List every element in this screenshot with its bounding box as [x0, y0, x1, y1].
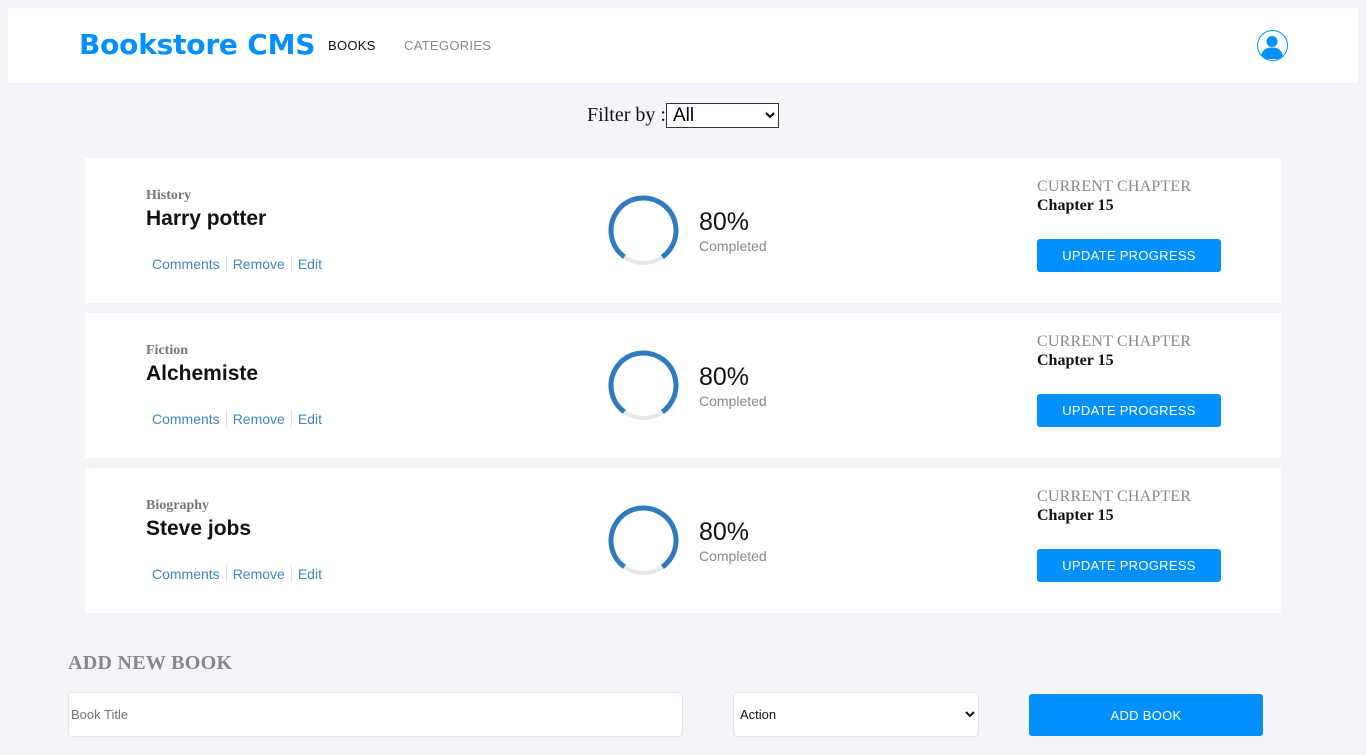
- progress-percent: 80%: [699, 208, 750, 236]
- remove-button[interactable]: Remove: [227, 566, 291, 582]
- update-progress-button[interactable]: UPDATE PROGRESS: [1037, 394, 1221, 427]
- book-actions: Comments Remove Edit: [146, 255, 328, 272]
- progress-ring-fill: [608, 195, 679, 266]
- progress-completed-label: Completed: [699, 393, 767, 409]
- filter-bar: Filter by : All: [0, 103, 1366, 128]
- add-book-button[interactable]: ADD BOOK: [1029, 694, 1263, 736]
- navbar: Bookstore CMS BOOKS CATEGORIES: [8, 8, 1358, 83]
- edit-button[interactable]: Edit: [292, 256, 328, 272]
- progress-ring-fill: [608, 505, 679, 576]
- book-title: Steve jobs: [146, 517, 252, 540]
- progress-percent: 80%: [699, 363, 750, 391]
- remove-button[interactable]: Remove: [227, 411, 291, 427]
- progress-ring: [608, 350, 679, 421]
- app-logo[interactable]: Bookstore CMS: [79, 28, 315, 61]
- current-chapter-label: CURRENT CHAPTER: [1037, 178, 1192, 195]
- book-actions: Comments Remove Edit: [146, 410, 328, 427]
- book-actions: Comments Remove Edit: [146, 565, 328, 582]
- current-chapter-label: CURRENT CHAPTER: [1037, 333, 1192, 350]
- progress-completed-label: Completed: [699, 238, 767, 254]
- current-chapter-value: Chapter 15: [1037, 507, 1114, 524]
- current-chapter-value: Chapter 15: [1037, 352, 1114, 369]
- book-card: History Harry potter Comments Remove Edi…: [85, 158, 1281, 303]
- filter-select[interactable]: All: [665, 103, 779, 128]
- comments-button[interactable]: Comments: [146, 411, 226, 427]
- update-progress-button[interactable]: UPDATE PROGRESS: [1037, 239, 1221, 272]
- edit-button[interactable]: Edit: [292, 411, 328, 427]
- add-book-heading: ADD NEW BOOK: [68, 652, 233, 674]
- book-card: Biography Steve jobs Comments Remove Edi…: [85, 468, 1281, 613]
- nav-categories-link[interactable]: CATEGORIES: [404, 38, 491, 53]
- current-chapter-value: Chapter 15: [1037, 197, 1114, 214]
- book-genre: History: [146, 188, 192, 203]
- book-title: Alchemiste: [146, 362, 259, 385]
- filter-label: Filter by :: [587, 104, 666, 126]
- book-genre: Fiction: [146, 343, 188, 358]
- book-genre: Biography: [146, 498, 210, 513]
- current-chapter-label: CURRENT CHAPTER: [1037, 488, 1192, 505]
- progress-ring-fill: [608, 350, 679, 421]
- remove-button[interactable]: Remove: [227, 256, 291, 272]
- nav-books-link[interactable]: BOOKS: [328, 38, 376, 53]
- progress-ring: [608, 505, 679, 576]
- progress-completed-label: Completed: [699, 548, 767, 564]
- progress-percent: 80%: [699, 518, 750, 546]
- book-title: Harry potter: [146, 207, 267, 230]
- comments-button[interactable]: Comments: [146, 566, 226, 582]
- update-progress-button[interactable]: UPDATE PROGRESS: [1037, 549, 1221, 582]
- user-icon[interactable]: [1257, 30, 1288, 61]
- edit-button[interactable]: Edit: [292, 566, 328, 582]
- book-title-input[interactable]: [68, 692, 683, 737]
- category-select[interactable]: Action: [733, 692, 979, 737]
- book-card: Fiction Alchemiste Comments Remove Edit …: [85, 313, 1281, 458]
- comments-button[interactable]: Comments: [146, 256, 226, 272]
- progress-ring: [608, 195, 679, 266]
